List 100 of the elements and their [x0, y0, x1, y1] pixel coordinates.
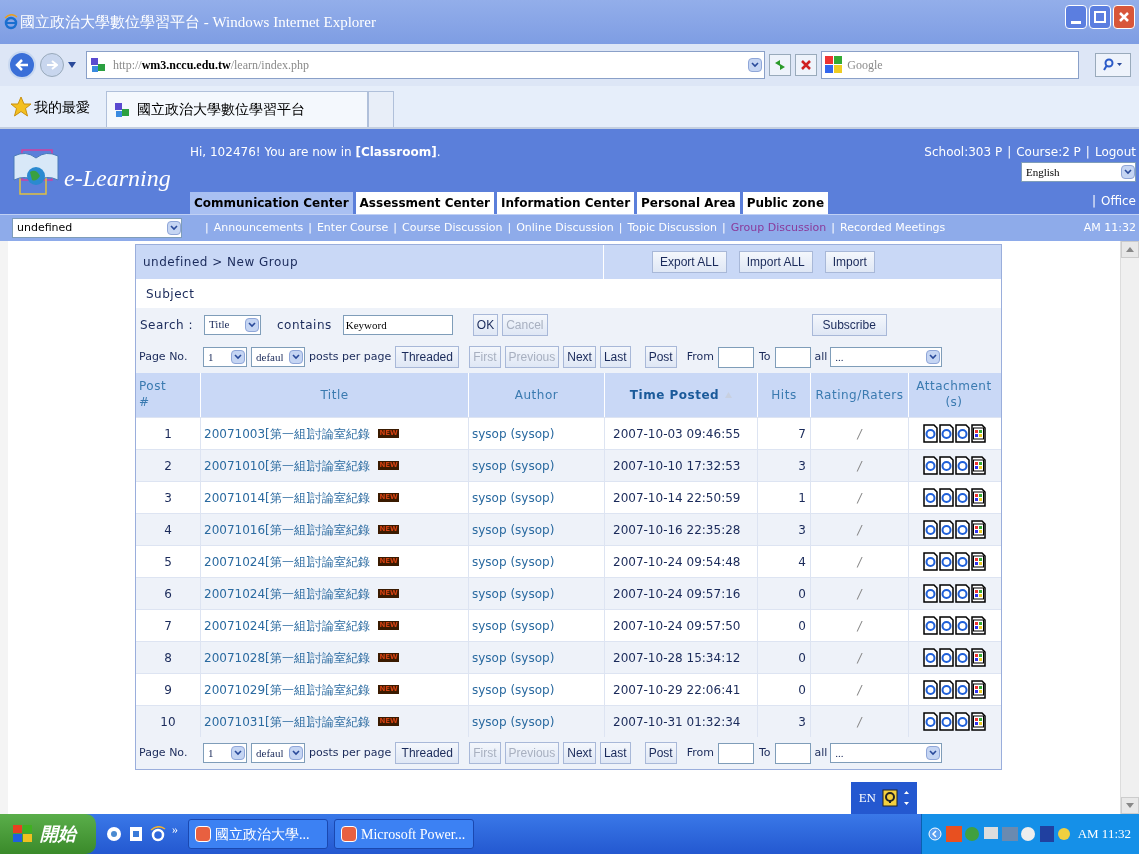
document-icon[interactable]: [970, 424, 986, 443]
document-icon[interactable]: [970, 680, 986, 699]
keyword-field[interactable]: Keyword: [342, 314, 453, 335]
document-icon[interactable]: [938, 488, 954, 507]
dropdown-select[interactable]: Title: [204, 314, 261, 335]
author-link[interactable]: sysop (sysop): [472, 456, 555, 475]
author-link[interactable]: sysop (sysop): [472, 648, 555, 667]
form-button[interactable]: Next: [563, 346, 596, 368]
dropdown-arrow-icon[interactable]: [67, 62, 76, 68]
document-icon[interactable]: [922, 616, 938, 635]
dropdown-select[interactable]: 1: [203, 347, 247, 367]
search-button[interactable]: [1095, 53, 1132, 77]
star-icon[interactable]: [10, 96, 32, 118]
form-button[interactable]: Post: [644, 742, 677, 764]
document-icon[interactable]: [954, 616, 970, 635]
document-icon[interactable]: [938, 424, 954, 443]
document-icon[interactable]: [954, 456, 970, 475]
dropdown-select[interactable]: defaul: [251, 347, 305, 367]
author-link[interactable]: sysop (sysop): [472, 584, 555, 603]
document-icon[interactable]: [938, 520, 954, 539]
document-icon[interactable]: [938, 616, 954, 635]
author-link[interactable]: sysop (sysop): [472, 552, 555, 571]
document-icon[interactable]: [938, 584, 954, 603]
document-icon[interactable]: [970, 616, 986, 635]
column-header[interactable]: Time Posted: [629, 386, 720, 404]
post-title-link[interactable]: 20071016[第一組]討論室紀錄: [204, 520, 371, 539]
document-icon[interactable]: [954, 552, 970, 571]
course-select[interactable]: undefined: [12, 218, 182, 238]
maximize-button[interactable]: [1089, 5, 1111, 29]
document-icon[interactable]: [954, 680, 970, 699]
dropdown-select[interactable]: ...: [830, 347, 943, 367]
search-field[interactable]: Google: [821, 51, 1080, 79]
favorites-label[interactable]: 我的最愛: [34, 96, 90, 118]
language-select[interactable]: English: [1021, 162, 1136, 182]
document-icon[interactable]: [922, 552, 938, 571]
column-header[interactable]: Rating/Raters: [815, 386, 904, 404]
post-title-link[interactable]: 20071024[第一組]討論室紀錄: [204, 552, 371, 571]
form-button[interactable]: Next: [563, 742, 596, 764]
document-icon[interactable]: [938, 680, 954, 699]
nav-tab[interactable]: Assessment Center: [355, 192, 494, 214]
document-icon[interactable]: [970, 584, 986, 603]
post-title-link[interactable]: 20071003[第一組]討論室紀錄: [204, 424, 371, 443]
document-icon[interactable]: [922, 488, 938, 507]
nav-tab[interactable]: Public zone: [742, 192, 829, 214]
post-title-link[interactable]: 20071024[第一組]討論室紀錄: [204, 584, 371, 603]
form-button[interactable]: Subscribe: [811, 313, 887, 336]
start-button[interactable]: 開始: [0, 814, 96, 854]
scroll-down-icon[interactable]: [1126, 803, 1134, 808]
document-icon[interactable]: [954, 584, 970, 603]
document-icon[interactable]: [970, 520, 986, 539]
address-field[interactable]: http://wm3.nccu.edu.tw/learn/index.php: [85, 51, 766, 79]
author-link[interactable]: sysop (sysop): [472, 680, 555, 699]
document-icon[interactable]: [938, 456, 954, 475]
author-link[interactable]: sysop (sysop): [472, 616, 555, 635]
document-icon[interactable]: [938, 712, 954, 731]
document-icon[interactable]: [970, 712, 986, 731]
author-link[interactable]: sysop (sysop): [472, 712, 555, 731]
document-icon[interactable]: [954, 424, 970, 443]
dropdown-select[interactable]: ...: [830, 743, 943, 763]
more-chevron[interactable]: »: [172, 820, 178, 838]
document-icon[interactable]: [938, 648, 954, 667]
author-link[interactable]: sysop (sysop): [472, 488, 555, 507]
header-link[interactable]: School:303 P: [924, 143, 1003, 161]
scrollbar[interactable]: [1120, 241, 1139, 814]
minimize-button[interactable]: [1065, 5, 1087, 29]
post-title-link[interactable]: 20071031[第一組]討論室紀錄: [204, 712, 371, 731]
form-button[interactable]: Post: [644, 346, 677, 368]
document-icon[interactable]: [954, 520, 970, 539]
document-icon[interactable]: [954, 648, 970, 667]
language-label[interactable]: EN: [858, 788, 876, 808]
form-button[interactable]: Last: [599, 742, 631, 764]
document-icon[interactable]: [970, 648, 986, 667]
stop-button[interactable]: [795, 54, 818, 76]
app-icon[interactable]: [128, 826, 144, 842]
nav-tab[interactable]: Personal Area: [637, 192, 740, 214]
document-icon[interactable]: [970, 456, 986, 475]
post-title-link[interactable]: 20071010[第一組]討論室紀錄: [204, 456, 371, 475]
header-link[interactable]: Course:2 P: [1016, 143, 1081, 161]
document-icon[interactable]: [938, 552, 954, 571]
post-title-link[interactable]: 20071024[第一組]討論室紀錄: [204, 616, 371, 635]
form-button[interactable]: OK: [472, 313, 499, 336]
taskbar-button[interactable]: 國立政治大學...: [188, 819, 328, 849]
column-header[interactable]: Author: [514, 386, 559, 404]
from-field[interactable]: [717, 742, 754, 764]
document-icon[interactable]: [922, 520, 938, 539]
back-button[interactable]: [8, 51, 36, 79]
document-icon[interactable]: [954, 712, 970, 731]
document-icon[interactable]: [922, 648, 938, 667]
from-field[interactable]: [717, 346, 754, 368]
form-button[interactable]: Threaded: [395, 742, 460, 764]
nav-tab[interactable]: Communication Center: [190, 192, 353, 214]
post-title-link[interactable]: 20071028[第一組]討論室紀錄: [204, 648, 371, 667]
author-link[interactable]: sysop (sysop): [472, 520, 555, 539]
form-button[interactable]: Import: [824, 251, 875, 273]
office-link[interactable]: Office: [1100, 192, 1136, 210]
header-link[interactable]: Logout: [1094, 143, 1136, 161]
author-link[interactable]: sysop (sysop): [472, 424, 555, 443]
document-icon[interactable]: [970, 552, 986, 571]
browser-icon[interactable]: [150, 826, 166, 842]
form-button[interactable]: Export ALL: [652, 251, 727, 273]
